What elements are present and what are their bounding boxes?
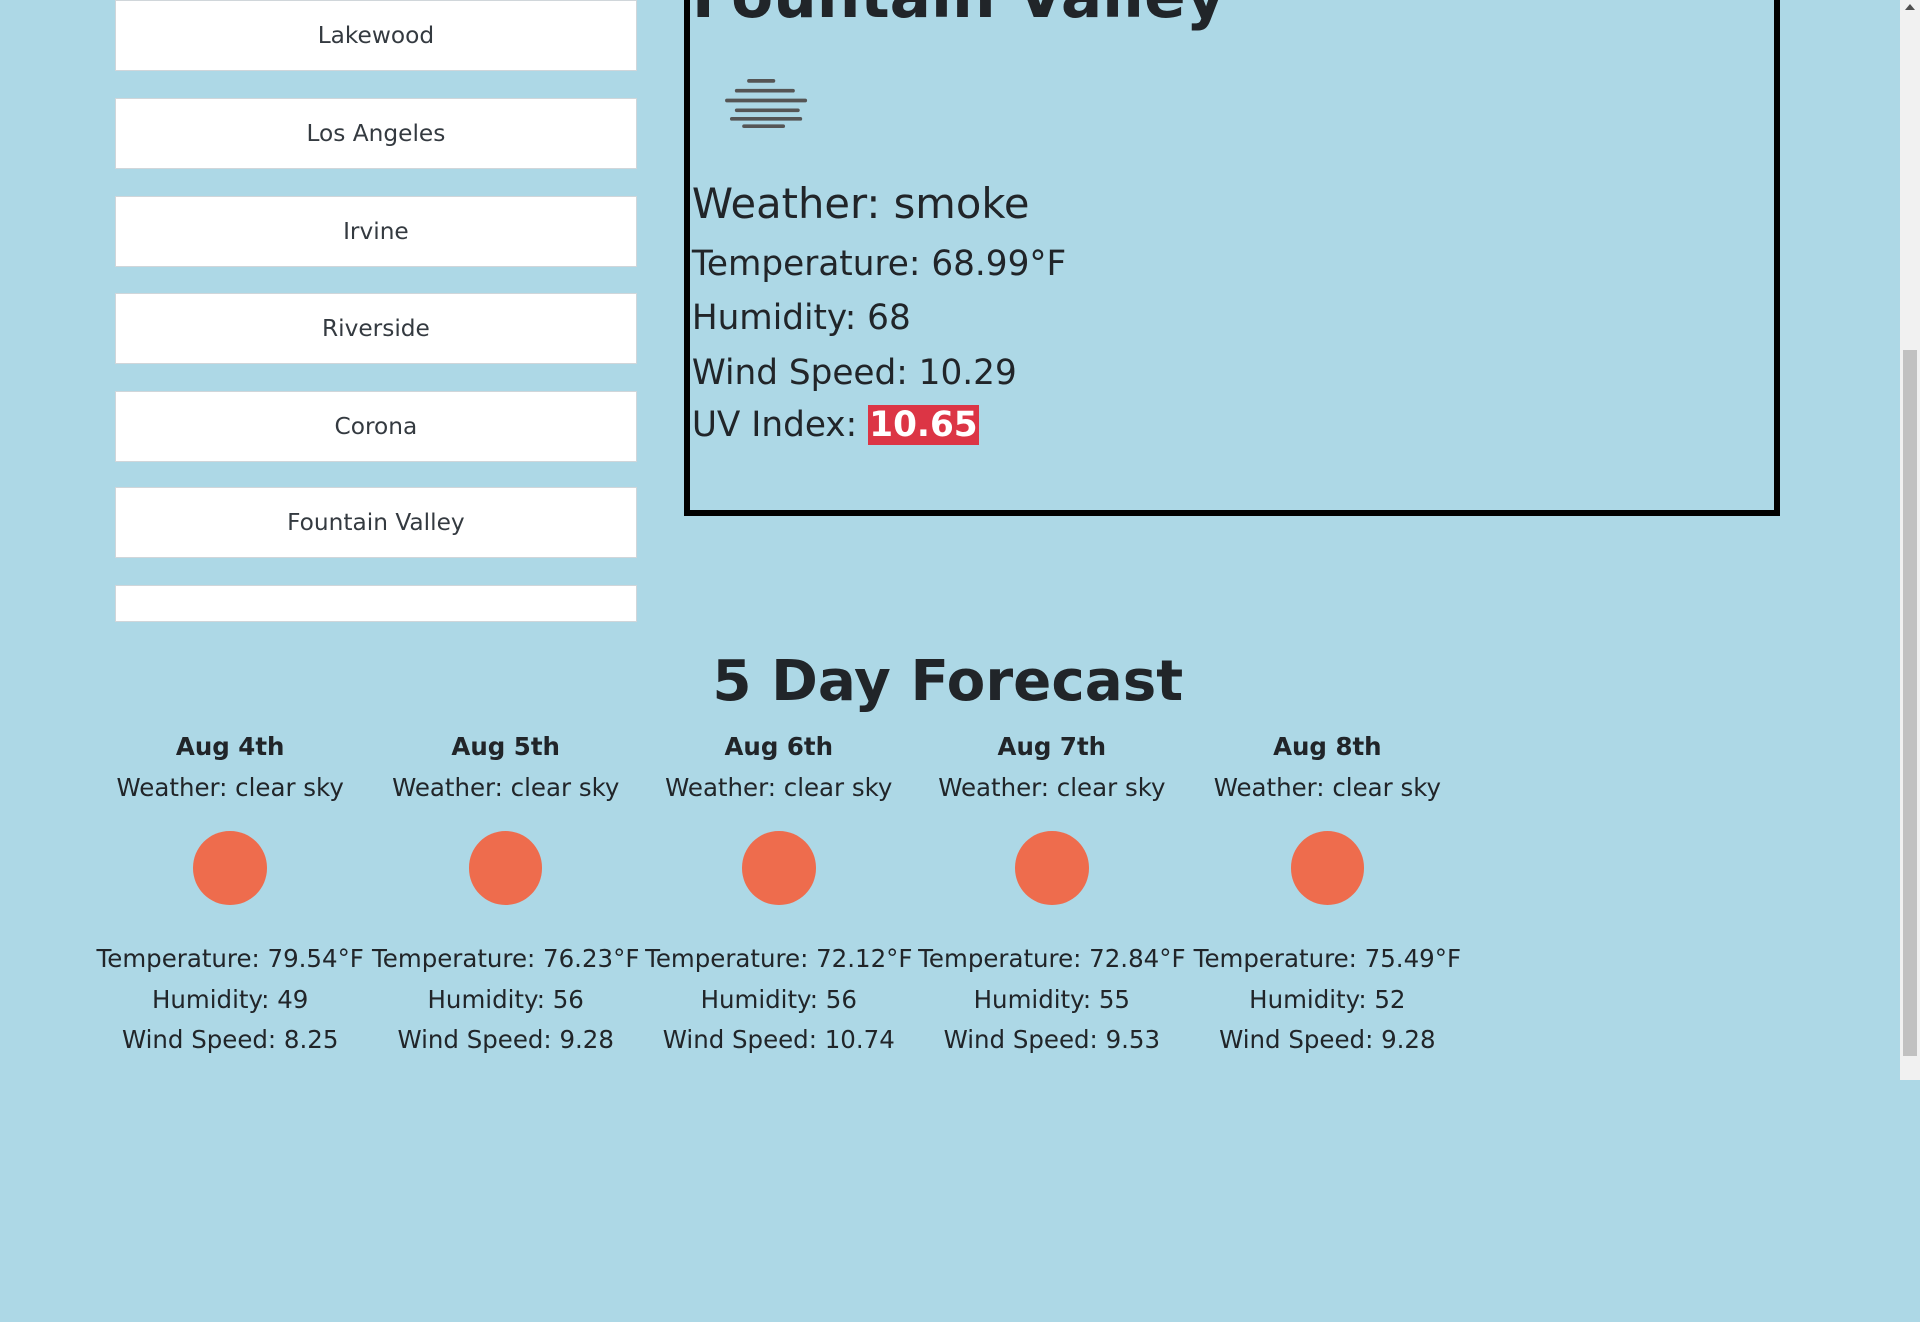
current-temperature: Temperature: 68.99°F: [691, 243, 1067, 284]
forecast-humidity: Humidity: 52: [1249, 984, 1406, 1014]
forecast-title: 5 Day Forecast: [712, 648, 1184, 714]
sun-icon: [468, 831, 543, 905]
forecast-wind-speed: Wind Speed: 9.53: [943, 1024, 1161, 1054]
forecast-humidity: Humidity: 55: [973, 984, 1130, 1014]
city-button-los-angeles[interactable]: Los Angeles: [115, 97, 637, 169]
current-wind-speed: Wind Speed: 10.29: [691, 352, 1017, 393]
city-button-irvine[interactable]: Irvine: [115, 195, 637, 267]
forecast-humidity: Humidity: 49: [152, 984, 309, 1014]
forecast-date: Aug 6th: [724, 732, 834, 762]
forecast-day-4: Aug 7th Weather: clear sky Temperature: …: [911, 727, 1193, 1060]
city-button-lakewood[interactable]: Lakewood: [115, 0, 637, 72]
forecast-temperature: Temperature: 76.23°F: [372, 944, 640, 974]
forecast-date: Aug 8th: [1273, 732, 1382, 762]
forecast-date: Aug 4th: [175, 732, 285, 762]
uv-index-label: UV Index:: [691, 405, 858, 446]
forecast-temperature: Temperature: 72.12°F: [645, 944, 913, 974]
sun-icon: [193, 831, 267, 905]
forecast-weather: Weather: clear sky: [392, 772, 620, 802]
forecast-day-5: Aug 8th Weather: clear sky Temperature: …: [1187, 727, 1469, 1060]
current-humidity: Humidity: 68: [691, 297, 911, 338]
forecast-wind-speed: Wind Speed: 9.28: [1219, 1024, 1436, 1054]
current-city-title: Fountain Valley: [692, 0, 1226, 32]
sun-icon: [1290, 831, 1365, 905]
forecast-date: Aug 5th: [451, 732, 560, 762]
forecast-temperature: Temperature: 79.54°F: [96, 944, 364, 974]
vertical-scrollbar[interactable]: [1900, 0, 1920, 1080]
sun-icon: [1015, 831, 1089, 905]
forecast-day-1: Aug 4th Weather: clear sky Temperature: …: [89, 727, 371, 1060]
page: Lakewood Los Angeles Irvine Riverside Co…: [0, 0, 1920, 1322]
forecast-wind-speed: Wind Speed: 10.74: [662, 1024, 895, 1054]
scroll-up-arrow-icon[interactable]: [1905, 4, 1915, 10]
forecast-weather: Weather: clear sky: [1213, 772, 1441, 802]
uv-index-badge: 10.65: [868, 405, 979, 446]
forecast-day-2: Aug 5th Weather: clear sky Temperature: …: [365, 727, 647, 1060]
forecast-wind-speed: Wind Speed: 8.25: [121, 1024, 339, 1054]
city-button-partial[interactable]: [115, 585, 637, 623]
current-uv-index: UV Index: 10.65: [691, 405, 979, 446]
forecast-weather: Weather: clear sky: [665, 772, 893, 802]
forecast-humidity: Humidity: 56: [700, 984, 857, 1014]
sun-icon: [742, 831, 816, 905]
smoke-icon: [725, 78, 808, 128]
forecast-weather: Weather: clear sky: [116, 772, 344, 802]
current-weather-text: Weather: smoke: [691, 178, 1030, 228]
city-button-riverside[interactable]: Riverside: [115, 292, 637, 364]
city-button-fountain-valley[interactable]: Fountain Valley: [115, 487, 637, 559]
scrollbar-thumb[interactable]: [1903, 350, 1917, 1056]
forecast-weather: Weather: clear sky: [938, 772, 1166, 802]
forecast-date: Aug 7th: [997, 732, 1107, 762]
forecast-temperature: Temperature: 72.84°F: [918, 944, 1186, 974]
forecast-wind-speed: Wind Speed: 9.28: [397, 1024, 614, 1054]
forecast-temperature: Temperature: 75.49°F: [1193, 944, 1462, 974]
city-button-corona[interactable]: Corona: [115, 390, 637, 462]
forecast-humidity: Humidity: 56: [427, 984, 584, 1014]
forecast-day-3: Aug 6th Weather: clear sky Temperature: …: [638, 727, 920, 1060]
